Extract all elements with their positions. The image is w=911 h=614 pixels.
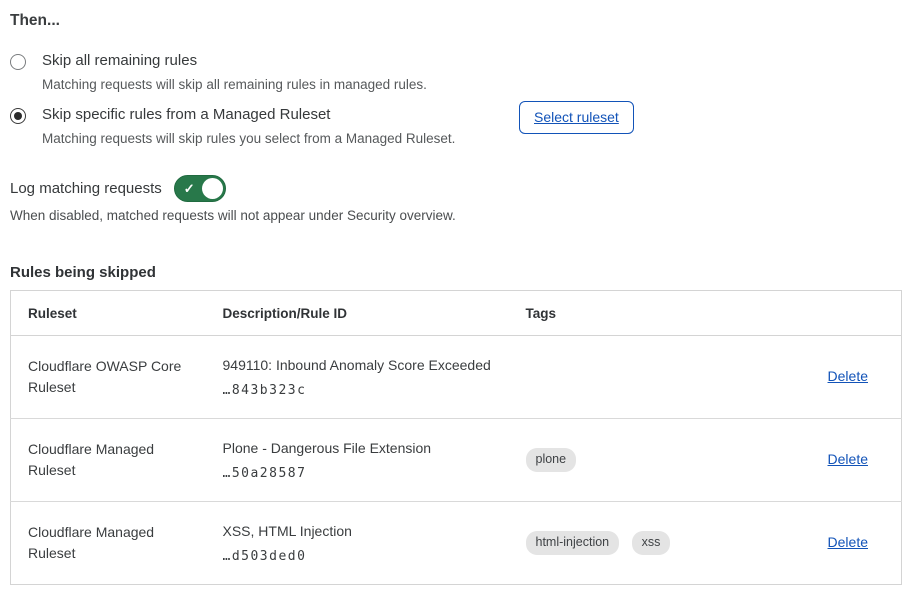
tag-badge: xss — [632, 531, 671, 555]
radio-skip-specific-rules[interactable] — [10, 108, 26, 124]
tags-cell: html-injection xss — [526, 502, 766, 585]
table-row: Cloudflare OWASP Core Ruleset 949110: In… — [11, 336, 902, 419]
select-ruleset-button[interactable]: Select ruleset — [519, 101, 634, 134]
log-matching-description: When disabled, matched requests will not… — [10, 208, 901, 224]
log-matching-toggle[interactable]: ✓ — [174, 175, 226, 202]
option-description: Matching requests will skip rules you se… — [42, 131, 455, 147]
ruleset-name: Cloudflare OWASP Core Ruleset — [28, 356, 198, 398]
table-header-row: Ruleset Description/Rule ID Tags — [11, 291, 902, 336]
table-row: Cloudflare Managed Ruleset Plone - Dange… — [11, 419, 902, 502]
column-header-actions — [766, 291, 902, 336]
tag-badge: plone — [526, 448, 577, 472]
delete-button[interactable]: Delete — [828, 451, 868, 467]
option-label: Skip specific rules from a Managed Rules… — [42, 106, 455, 124]
option-row-skip-specific: Skip specific rules from a Managed Rules… — [10, 106, 901, 147]
toggle-knob — [202, 178, 223, 199]
tags-cell — [526, 336, 766, 419]
option-skip-all-rules: Skip all remaining rules Matching reques… — [10, 52, 901, 93]
column-header-ruleset: Ruleset — [11, 291, 223, 336]
log-matching-row: Log matching requests ✓ — [10, 175, 901, 202]
then-section: Then... Skip all remaining rules Matchin… — [10, 12, 901, 224]
delete-button[interactable]: Delete — [828, 534, 868, 550]
column-header-tags: Tags — [526, 291, 766, 336]
tags-cell: plone — [526, 419, 766, 502]
rule-description: 949110: Inbound Anomaly Score Exceeded — [223, 357, 526, 374]
radio-skip-all-rules[interactable] — [10, 54, 26, 70]
table-row: Cloudflare Managed Ruleset XSS, HTML Inj… — [11, 502, 902, 585]
rule-description: XSS, HTML Injection — [223, 523, 526, 540]
ruleset-name: Cloudflare Managed Ruleset — [28, 522, 198, 564]
option-description: Matching requests will skip all remainin… — [42, 77, 427, 93]
rules-skipped-section: Rules being skipped Ruleset Description/… — [10, 264, 901, 585]
rule-id: …d503ded0 — [223, 549, 526, 564]
ruleset-name: Cloudflare Managed Ruleset — [28, 439, 198, 481]
option-skip-specific-rules: Skip specific rules from a Managed Rules… — [10, 106, 509, 147]
delete-button[interactable]: Delete — [828, 368, 868, 384]
tag-badge: html-injection — [526, 531, 620, 555]
rules-skipped-heading: Rules being skipped — [10, 264, 901, 281]
option-text: Skip all remaining rules Matching reques… — [42, 52, 427, 93]
column-header-description: Description/Rule ID — [223, 291, 526, 336]
rules-skipped-table: Ruleset Description/Rule ID Tags Cloudfl… — [10, 290, 902, 585]
log-matching-label: Log matching requests — [10, 180, 162, 197]
rule-id: …843b323c — [223, 383, 526, 398]
rule-description: Plone - Dangerous File Extension — [223, 440, 526, 457]
option-text: Skip specific rules from a Managed Rules… — [42, 106, 455, 147]
then-heading: Then... — [10, 12, 901, 30]
rule-id: …50a28587 — [223, 466, 526, 481]
check-icon: ✓ — [184, 182, 195, 195]
option-label: Skip all remaining rules — [42, 52, 427, 70]
